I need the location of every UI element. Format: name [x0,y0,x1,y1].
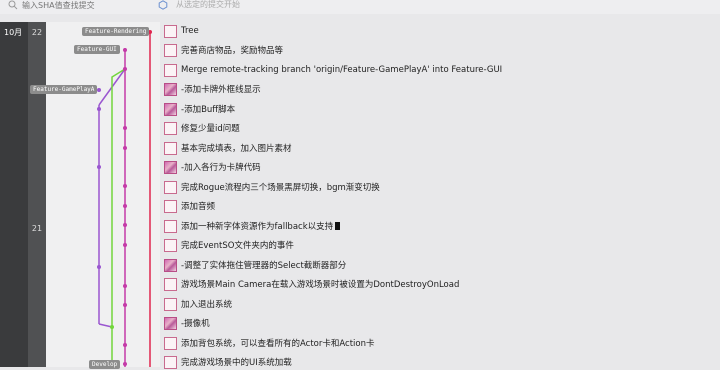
branch-tag-develop[interactable]: Develop [89,360,121,369]
author-avatar [164,121,177,135]
search-icon [8,0,18,10]
commit-row[interactable]: 基本完成填表，加入图片素材 [164,140,292,156]
commit-message: -摄像机 [181,319,210,329]
author-avatar [164,43,177,57]
commit-row[interactable]: 完成EventSO文件夹内的事件 [164,237,294,253]
commit-hexagon-icon[interactable] [158,0,168,10]
commit-row[interactable]: Tree [164,23,199,39]
commit-row[interactable]: 加入退出系统 [164,296,232,312]
author-avatar [164,258,177,272]
author-avatar [164,238,177,252]
commit-message: 添加音频 [181,202,216,212]
commit-row[interactable]: -摄像机 [164,315,210,331]
author-avatar [164,180,177,194]
author-avatar [164,63,177,77]
sha-search-input[interactable] [22,0,142,10]
branch-tag-feature-rendering[interactable]: Feature-Rendering [82,27,150,36]
month-column [0,22,28,367]
day-column [28,22,46,367]
author-avatar [164,316,177,330]
commit-row[interactable]: 修复少量id问题 [164,120,240,136]
toolbar: 从选定的提交开始 [0,0,720,14]
commit-row[interactable]: -调整了实体拖住管理器的Select截断器部分 [164,257,346,273]
commit-row[interactable]: 完善商店物品，奖励物品等 [164,42,283,58]
author-avatar [164,141,177,155]
day-label: 21 [31,224,43,233]
commit-row[interactable]: -添加卡牌外框线显示 [164,81,261,97]
commit-message: -添加Buff脚本 [181,105,236,115]
commit-message: 完成EventSO文件夹内的事件 [181,241,294,251]
author-avatar [164,277,177,291]
start-from-selected-commit[interactable]: 从选定的提交开始 [176,0,240,10]
commit-row[interactable]: 完成游戏场景中的UI系统加载 [164,354,292,370]
author-avatar [164,336,177,350]
commit-message: 修复少量id问题 [181,124,240,134]
commit-graph [46,22,160,367]
month-label: 10月 [4,28,23,37]
commit-row[interactable]: 游戏场景Main Camera在载入游戏场景时被设置为DontDestroyOn… [164,276,459,292]
author-avatar [164,160,177,174]
commit-row[interactable]: Merge remote-tracking branch 'origin/Fea… [164,62,502,78]
day-label: 22 [31,28,43,37]
commit-message: 完成游戏场景中的UI系统加载 [181,358,292,368]
author-avatar [164,199,177,213]
commit-message: 游戏场景Main Camera在载入游戏场景时被设置为DontDestroyOn… [181,280,460,290]
commit-message: 完善商店物品，奖励物品等 [181,46,284,56]
commit-message: 加入退出系统 [181,300,233,310]
text-cursor [335,222,341,230]
author-avatar [164,24,177,38]
commit-message: 基本完成填表，加入图片素材 [181,144,292,154]
commit-message: -调整了实体拖住管理器的Select截断器部分 [181,261,347,271]
commit-message: 添加背包系统，可以查看所有的Actor卡和Action卡 [181,339,375,349]
commit-message: Tree [181,26,199,36]
commit-row[interactable]: -添加Buff脚本 [164,101,235,117]
author-avatar [164,102,177,116]
commit-row[interactable]: -加入各行为卡牌代码 [164,159,261,175]
commit-row[interactable]: 添加背包系统，可以查看所有的Actor卡和Action卡 [164,335,375,351]
commit-message: -添加卡牌外框线显示 [181,85,261,95]
commit-message: 完成Rogue流程内三个场景黑屏切换，bgm渐变切换 [181,183,380,193]
commit-row[interactable]: 完成Rogue流程内三个场景黑屏切换，bgm渐变切换 [164,179,380,195]
author-avatar [164,82,177,96]
branch-tag-feature-gameplaya[interactable]: Feature-GamePlayA [30,85,98,94]
commit-message: 添加一种新字体资源作为fallback以支持 [181,222,334,232]
author-avatar [164,297,177,311]
branch-tag-feature-gui[interactable]: Feature-GUI [74,45,120,54]
branch-graph [97,30,152,367]
commit-message: Merge remote-tracking branch 'origin/Fea… [181,65,503,75]
author-avatar [164,219,177,233]
commit-row[interactable]: 添加一种新字体资源作为fallback以支持 [164,218,341,234]
commit-row[interactable]: 添加音频 [164,198,215,214]
commit-message: -加入各行为卡牌代码 [181,163,261,173]
